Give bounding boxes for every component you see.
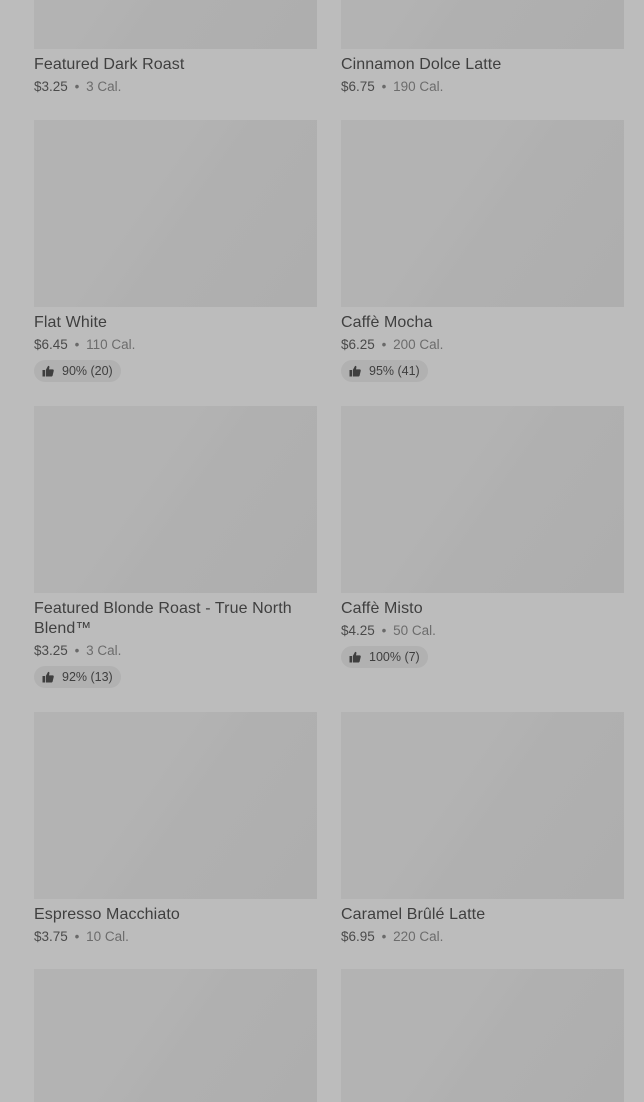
meta-separator: • <box>74 643 80 658</box>
product-card[interactable]: Cinnamon Dolce Latte $6.75 • 190 Cal. <box>341 0 624 96</box>
product-name[interactable]: Espresso Macchiato <box>34 905 317 925</box>
product-price: $3.75 <box>34 929 68 944</box>
product-card[interactable]: Caffè Mocha $6.25 • 200 Cal. 95% (41) <box>341 120 624 382</box>
rating-text: 90% (20) <box>62 364 113 378</box>
product-card[interactable]: Featured Dark Roast $3.25 • 3 Cal. <box>34 0 317 96</box>
product-image[interactable] <box>341 406 624 593</box>
product-name[interactable]: Cinnamon Dolce Latte <box>341 55 624 75</box>
product-card[interactable]: Caffè Misto $4.25 • 50 Cal. 100% (7) <box>341 406 624 668</box>
product-meta: $6.75 • 190 Cal. <box>341 78 624 96</box>
product-image[interactable] <box>341 120 624 307</box>
product-grid: Featured Dark Roast $3.25 • 3 Cal. Cinna… <box>0 0 644 1102</box>
rating-badge: 92% (13) <box>34 666 121 688</box>
product-price: $4.25 <box>341 623 375 638</box>
product-meta: $3.25 • 3 Cal. <box>34 78 317 96</box>
product-image[interactable] <box>34 969 317 1102</box>
product-image[interactable] <box>34 712 317 899</box>
meta-separator: • <box>381 337 387 352</box>
meta-separator: • <box>74 337 80 352</box>
product-calories: 190 Cal. <box>393 79 444 94</box>
product-image[interactable] <box>341 712 624 899</box>
product-calories: 10 Cal. <box>86 929 129 944</box>
product-image[interactable] <box>34 0 317 49</box>
product-meta: $3.75 • 10 Cal. <box>34 928 317 946</box>
meta-separator: • <box>381 623 387 638</box>
product-card[interactable] <box>341 969 624 1102</box>
product-name[interactable]: Featured Blonde Roast - True North Blend… <box>34 599 317 639</box>
rating-badge: 95% (41) <box>341 360 428 382</box>
product-calories: 200 Cal. <box>393 337 444 352</box>
product-calories: 3 Cal. <box>86 79 122 94</box>
product-calories: 220 Cal. <box>393 929 444 944</box>
product-card[interactable]: Caramel Brûlé Latte $6.95 • 220 Cal. <box>341 712 624 946</box>
product-calories: 3 Cal. <box>86 643 122 658</box>
meta-separator: • <box>381 79 387 94</box>
product-name[interactable]: Flat White <box>34 313 317 333</box>
product-name[interactable]: Featured Dark Roast <box>34 55 317 75</box>
product-price: $6.45 <box>34 337 68 352</box>
product-image[interactable] <box>341 0 624 49</box>
thumbs-up-icon <box>42 671 54 683</box>
rating-text: 100% (7) <box>369 650 420 664</box>
thumbs-up-icon <box>42 365 54 377</box>
product-name[interactable]: Caramel Brûlé Latte <box>341 905 624 925</box>
product-card[interactable]: Flat White $6.45 • 110 Cal. 90% (20) <box>34 120 317 382</box>
product-card[interactable]: Espresso Macchiato $3.75 • 10 Cal. <box>34 712 317 946</box>
meta-separator: • <box>74 929 80 944</box>
product-card[interactable]: Featured Blonde Roast - True North Blend… <box>34 406 317 688</box>
product-meta: $6.95 • 220 Cal. <box>341 928 624 946</box>
product-meta: $6.45 • 110 Cal. <box>34 336 317 354</box>
product-meta: $4.25 • 50 Cal. <box>341 622 624 640</box>
product-price: $6.75 <box>341 79 375 94</box>
rating-text: 92% (13) <box>62 670 113 684</box>
product-price: $6.95 <box>341 929 375 944</box>
rating-badge: 100% (7) <box>341 646 428 668</box>
rating-badge: 90% (20) <box>34 360 121 382</box>
product-calories: 110 Cal. <box>86 337 136 352</box>
meta-separator: • <box>381 929 387 944</box>
meta-separator: • <box>74 79 80 94</box>
thumbs-up-icon <box>349 651 361 663</box>
product-image[interactable] <box>341 969 624 1102</box>
product-meta: $6.25 • 200 Cal. <box>341 336 624 354</box>
product-calories: 50 Cal. <box>393 623 436 638</box>
rating-text: 95% (41) <box>369 364 420 378</box>
product-image[interactable] <box>34 406 317 593</box>
product-meta: $3.25 • 3 Cal. <box>34 642 317 660</box>
thumbs-up-icon <box>349 365 361 377</box>
product-name[interactable]: Caffè Misto <box>341 599 624 619</box>
product-card[interactable] <box>34 969 317 1102</box>
product-price: $3.25 <box>34 79 68 94</box>
product-name[interactable]: Caffè Mocha <box>341 313 624 333</box>
product-price: $6.25 <box>341 337 375 352</box>
product-image[interactable] <box>34 120 317 307</box>
product-price: $3.25 <box>34 643 68 658</box>
